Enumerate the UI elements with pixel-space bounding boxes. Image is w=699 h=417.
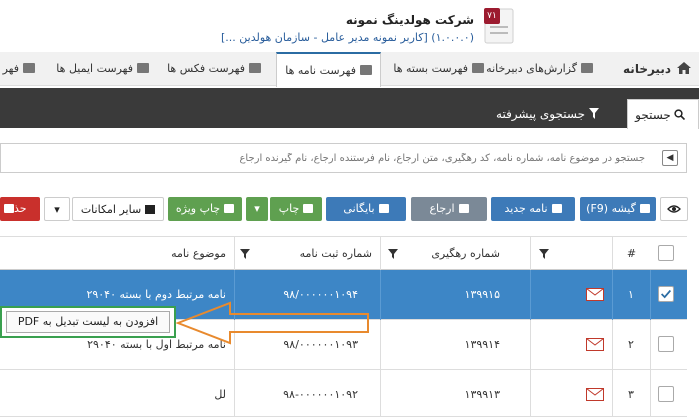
list-icon	[360, 65, 372, 75]
nav-item-emails[interactable]: فهرست ایمیل ها	[56, 52, 149, 86]
button-label: چاپ ویژه	[175, 202, 221, 215]
annotation-arrow-icon	[175, 301, 369, 345]
cell-tracking: ۱۳۹۹۱۳	[464, 388, 500, 401]
copy-icon	[378, 204, 389, 213]
nav-item-letters[interactable]: فهرست نامه ها	[276, 52, 381, 87]
cell-num: ۱	[628, 288, 634, 301]
delete-button[interactable]: حذ	[0, 197, 40, 221]
eye-icon	[667, 205, 681, 213]
special-print-button[interactable]: چاپ ویژه	[168, 197, 242, 221]
column-header-subject[interactable]: موضوع نامه	[0, 237, 234, 270]
search-box: ◀	[0, 143, 687, 173]
refer-button[interactable]: ارجاع	[411, 197, 487, 221]
nav-item-label: فهرست ایمیل ها	[56, 62, 133, 75]
bar-chart-icon	[581, 63, 593, 73]
company-name[interactable]: شرکت هولدینگ نمونه	[346, 13, 474, 27]
button-label: بایگانی	[343, 202, 375, 215]
print-dropdown-button[interactable]: ▾	[246, 197, 268, 221]
cell-tracking: ۱۳۹۹۱۴	[464, 338, 500, 351]
cell-num: ۲	[628, 338, 634, 351]
share-icon	[458, 204, 469, 213]
envelope-icon	[586, 338, 604, 351]
column-header-filter-tracking[interactable]	[530, 237, 612, 270]
new-letter-button[interactable]: نامه جدید	[491, 197, 575, 221]
filter-icon	[539, 249, 549, 259]
row-checkbox[interactable]	[658, 336, 674, 352]
select-all-checkbox[interactable]	[658, 245, 674, 261]
button-label: سایر امکانات	[80, 203, 142, 216]
filter-icon[interactable]	[240, 249, 250, 259]
envelope-icon	[23, 63, 35, 73]
trash-icon	[4, 204, 14, 213]
column-header-num[interactable]: #	[612, 237, 650, 270]
caret-down-icon: ▾	[254, 202, 260, 215]
envelope-icon	[639, 204, 650, 213]
nav-item-faxes[interactable]: فهرست فکس ها	[167, 52, 261, 86]
main-nav: دبیرخانه گزارش‌های دبیرخانه فهرست بسته ه…	[0, 52, 699, 87]
table-header: # شماره رهگیری شماره ثبت نامه موضوع نامه	[0, 236, 687, 270]
nav-item-letter-reports[interactable]: گزارش‌های دبیرخانه	[486, 52, 593, 86]
app-header: ۷۱ شرکت هولدینگ نمونه (۱.۰.۰.۰) [کاربر ن…	[0, 0, 699, 52]
caret-down-icon: ▾	[54, 203, 60, 216]
nav-brand[interactable]: دبیرخانه	[623, 52, 671, 86]
menu-icon	[145, 205, 156, 214]
nav-item-label: فهرست نامه ها	[285, 64, 356, 77]
nav-item-label: فهرست بسته ها	[393, 62, 468, 75]
print-icon	[224, 204, 235, 213]
nav-item-label: فهر	[2, 62, 19, 75]
cell-num: ۳	[628, 388, 634, 401]
print-button[interactable]: چاپ	[270, 197, 322, 221]
company-badge: ۷۱	[484, 8, 500, 24]
cell-subject: لل	[214, 388, 226, 401]
button-label: چاپ	[278, 202, 300, 215]
nav-item-label: فهرست فکس ها	[167, 62, 245, 75]
add-to-pdf-list-menu-item[interactable]: افزودن به لیست تبدیل به PDF	[6, 311, 170, 333]
cell-reg-no: ۹۸-۰۰۰۰۰۰۱۰۹۲	[283, 388, 358, 401]
preview-button[interactable]	[660, 197, 688, 221]
envelope-icon	[586, 388, 604, 401]
search-tabs: جستجو جستجوی پیشرفته	[0, 99, 699, 129]
search-toggle-button[interactable]: ◀	[662, 150, 678, 166]
row-checkbox-checked[interactable]	[658, 286, 674, 302]
row-checkbox[interactable]	[658, 386, 674, 402]
context-menu-highlight: افزودن به لیست تبدیل به PDF	[0, 306, 176, 338]
tab-label: جستجو	[635, 108, 671, 122]
table-row[interactable]: ۳ ۱۳۹۹۱۳ ۹۸-۰۰۰۰۰۰۱۰۹۲ لل	[0, 370, 687, 417]
tab-label: جستجوی پیشرفته	[496, 107, 585, 121]
button-label: ارجاع	[429, 202, 455, 215]
envelope-icon	[137, 63, 149, 73]
column-header-reg-no[interactable]: شماره ثبت نامه	[234, 237, 380, 270]
caret-left-icon: ◀	[666, 153, 674, 163]
envelope-icon	[586, 288, 604, 301]
button-label: حذ	[14, 202, 27, 215]
user-info-link[interactable]: (۱.۰.۰.۰) [کاربر نمونه مدیر عامل - سازما…	[221, 31, 474, 44]
nav-item-overflow[interactable]: فهر	[3, 52, 35, 86]
more-options-dropdown[interactable]: ▾	[44, 197, 70, 221]
nav-item-packages[interactable]: فهرست بسته ها	[393, 52, 484, 86]
search-icon	[674, 109, 685, 121]
home-icon[interactable]	[676, 61, 692, 75]
print-icon	[303, 204, 314, 213]
more-options-button[interactable]: سایر امکانات	[72, 197, 164, 221]
fax-icon	[249, 63, 261, 73]
envelope-icon	[551, 204, 562, 213]
filter-icon[interactable]	[388, 249, 398, 259]
cell-tracking: ۱۳۹۹۱۵	[464, 288, 500, 301]
letters-toolbar: گیشه (F9) نامه جدید ارجاع بایگانی چاپ ▾ …	[0, 197, 699, 223]
filter-icon	[589, 108, 599, 119]
tab-advanced-search[interactable]: جستجوی پیشرفته	[496, 99, 599, 129]
search-input[interactable]	[5, 145, 645, 171]
nav-item-label: گزارش‌های دبیرخانه	[486, 62, 577, 75]
folder-button[interactable]: گیشه (F9)	[580, 197, 656, 221]
column-header-tracking[interactable]: شماره رهگیری	[380, 237, 530, 270]
tab-simple-search[interactable]: جستجو	[627, 99, 699, 129]
button-label: نامه جدید	[504, 202, 548, 215]
archive-button[interactable]: بایگانی	[326, 197, 406, 221]
packages-icon	[472, 63, 484, 73]
button-label: گیشه (F9)	[586, 202, 636, 215]
